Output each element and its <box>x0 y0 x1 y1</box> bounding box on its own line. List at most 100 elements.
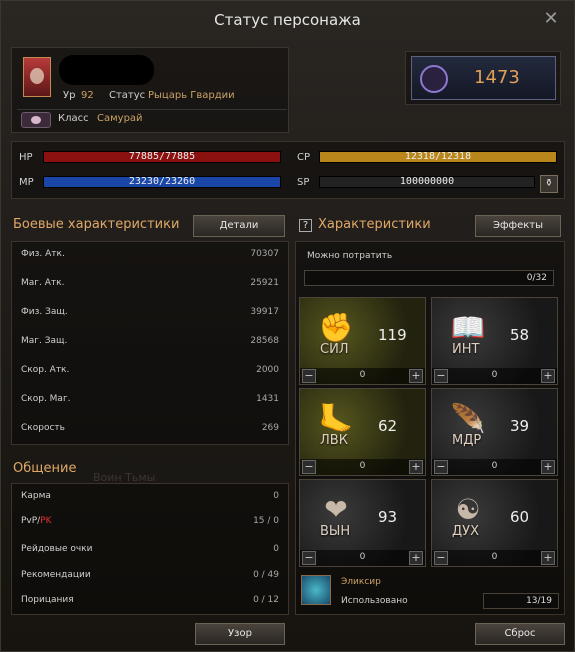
character-status-window: Статус персонажа ✕ Ур 92 Статус Рыцарь Г… <box>0 0 575 652</box>
vitals-panel <box>11 141 565 199</box>
stat-tile-5: ☯ ДУХ 60−0 + <box>431 479 558 567</box>
karma-label: Карма <box>21 491 51 501</box>
raid-label: Рейдовые очки <box>21 544 93 554</box>
combat-stat-value: 269 <box>261 423 279 433</box>
stat-controls: −0 + <box>432 550 557 566</box>
increase-button[interactable]: + <box>541 551 555 565</box>
details-button[interactable]: Детали <box>193 215 285 237</box>
stat-value: 58 <box>510 326 530 344</box>
pk-text: PK <box>40 516 52 526</box>
combat-stat-label: Маг. Атк. <box>21 278 65 288</box>
karma-row: Карма 0 <box>21 491 279 507</box>
sp-add-icon[interactable]: ⚱ <box>540 175 558 193</box>
combat-stat-label: Маг. Защ. <box>21 336 68 346</box>
stat-add-value: 0 <box>491 552 498 562</box>
combat-stat-value: 39917 <box>250 307 279 317</box>
stat-name: СИЛ <box>320 342 349 357</box>
combat-stat-value: 70307 <box>250 249 279 259</box>
window-title: Статус персонажа <box>214 11 361 29</box>
stat-name: МДР <box>452 433 482 448</box>
increase-button[interactable]: + <box>409 369 423 383</box>
combat-power-value: 1473 <box>474 67 520 88</box>
combat-stat-row: Скор. Атк. 2000 <box>21 365 279 381</box>
spend-label: Можно потратить <box>307 251 393 261</box>
cp-value: 12318/12318 <box>404 151 472 162</box>
pvp-text: PvP/ <box>21 516 41 526</box>
combat-stat-row: Физ. Атк. 70307 <box>21 249 279 265</box>
reset-button[interactable]: Сброс <box>475 623 565 645</box>
pvp-label: PvP/PK <box>21 516 52 526</box>
recommend-row: Рекомендации 0 / 49 <box>21 570 279 586</box>
stat-add-value: 0 <box>359 370 366 380</box>
stat-add-value: 0 <box>359 552 366 562</box>
character-name-redacted <box>59 55 154 85</box>
stats-title: Характеристики <box>318 217 431 232</box>
increase-button[interactable]: + <box>541 369 555 383</box>
stat-tile-3: 🪶 МДР 39−0 + <box>431 388 558 476</box>
stat-value: 119 <box>378 326 407 344</box>
raid-row: Рейдовые очки 0 <box>21 544 279 560</box>
combat-stat-label: Скор. Атк. <box>21 365 70 375</box>
stat-name: ДУХ <box>452 524 479 539</box>
combat-stats-title: Боевые характеристики <box>13 217 180 232</box>
help-icon[interactable]: ? <box>299 219 312 232</box>
stat-name: ЛВК <box>320 433 348 448</box>
combat-power-icon <box>420 65 448 93</box>
increase-button[interactable]: + <box>409 460 423 474</box>
increase-button[interactable]: + <box>541 460 555 474</box>
elixir-used-value: 13/19 <box>483 593 559 609</box>
combat-stat-row: Маг. Атк. 25921 <box>21 278 279 294</box>
combat-stat-row: Скор. Маг. 1431 <box>21 394 279 410</box>
stat-controls: −0 + <box>300 368 425 384</box>
elixir-used-label: Использовано <box>341 596 408 606</box>
stat-value: 93 <box>378 508 398 526</box>
recommend-label: Рекомендации <box>21 570 91 580</box>
mp-bar: 23230/23260 <box>43 176 281 188</box>
elixir-icon <box>301 575 331 605</box>
hp-value: 77885/77885 <box>128 151 196 162</box>
blame-label: Порицания <box>21 595 74 605</box>
close-icon[interactable]: ✕ <box>542 10 560 28</box>
stat-controls: −0 + <box>300 459 425 475</box>
karma-value: 0 <box>273 491 279 501</box>
cp-label: CP <box>297 152 311 163</box>
stat-tile-2: 🦶 ЛВК 62−0 + <box>299 388 426 476</box>
pattern-button[interactable]: Узор <box>195 623 285 645</box>
stat-tile-4: ❤ ВЫН 93−0 + <box>299 479 426 567</box>
mp-value: 23230/23260 <box>128 176 196 187</box>
effects-button[interactable]: Эффекты <box>475 215 561 237</box>
stat-name: ИНТ <box>452 342 480 357</box>
cp-bar: 12318/12318 <box>319 151 557 163</box>
status-label: Статус <box>109 90 146 101</box>
sp-label: SP <box>297 177 310 188</box>
raid-value: 0 <box>273 544 279 554</box>
blame-value: 0 / 12 <box>253 595 279 605</box>
stat-tile-1: 📖 ИНТ 58−0 + <box>431 297 558 385</box>
pvp-row: PvP/PK 15 / 0 <box>21 516 279 532</box>
stat-controls: −0 + <box>432 368 557 384</box>
recommend-value: 0 / 49 <box>253 570 279 580</box>
stat-value: 60 <box>510 508 530 526</box>
class-icon <box>21 112 51 128</box>
stat-add-value: 0 <box>491 461 498 471</box>
stat-add-value: 0 <box>491 370 498 380</box>
class-label: Класс <box>58 113 89 124</box>
stat-value: 39 <box>510 417 530 435</box>
class-value: Самурай <box>97 113 143 124</box>
hp-bar: 77885/77885 <box>43 151 281 163</box>
combat-power-box: 1473 <box>411 56 556 100</box>
social-title: Общение <box>13 461 77 476</box>
stat-add-value: 0 <box>359 461 366 471</box>
combat-stat-row: Скорость 269 <box>21 423 279 439</box>
stat-tile-0: ✊ СИЛ 119−0 + <box>299 297 426 385</box>
blame-row: Порицания 0 / 12 <box>21 595 279 611</box>
combat-stat-label: Физ. Атк. <box>21 249 65 259</box>
combat-stat-row: Физ. Защ. 39917 <box>21 307 279 323</box>
combat-stat-row: Маг. Защ. 28568 <box>21 336 279 352</box>
sp-value: 100000000 <box>399 176 455 187</box>
pvp-value: 15 / 0 <box>253 516 279 526</box>
spend-points-field: 0/32 <box>304 270 554 286</box>
increase-button[interactable]: + <box>409 551 423 565</box>
combat-stat-value: 2000 <box>256 365 279 375</box>
clan-crest-icon <box>23 57 51 97</box>
